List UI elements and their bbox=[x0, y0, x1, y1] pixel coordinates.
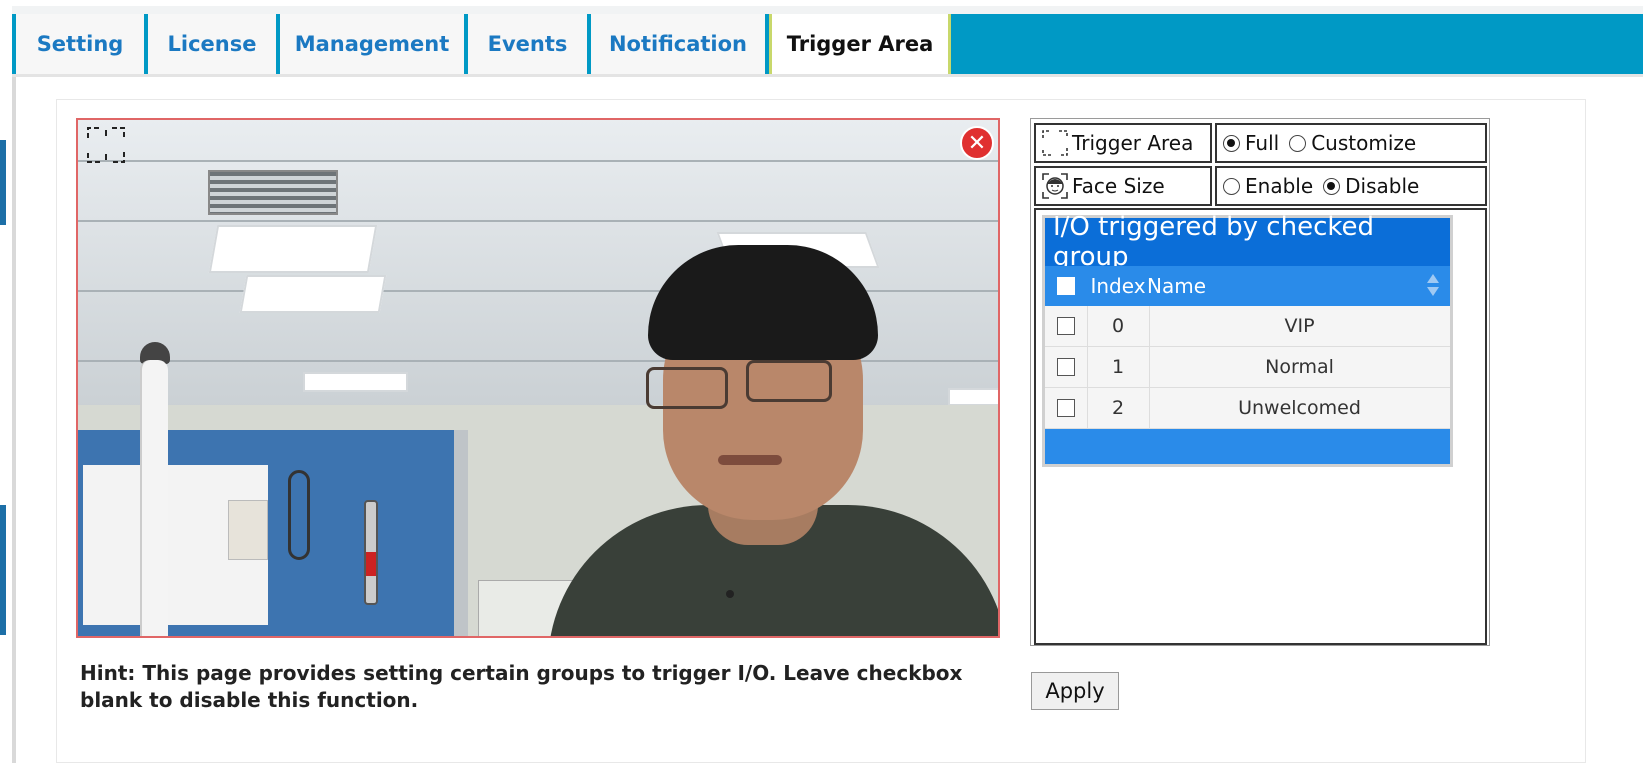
hint-text: Hint: This page provides setting certain… bbox=[80, 661, 963, 712]
apply-button[interactable]: Apply bbox=[1031, 672, 1119, 710]
cable bbox=[288, 470, 310, 560]
row-name: VIP bbox=[1284, 315, 1315, 337]
trigger-area-options: Full Customize bbox=[1215, 123, 1487, 163]
radio-checked-icon bbox=[1323, 177, 1341, 195]
left-accent bbox=[0, 140, 6, 225]
row-name: Unwelcomed bbox=[1238, 397, 1361, 419]
ceiling-grid bbox=[78, 360, 998, 362]
ceiling-light bbox=[948, 388, 998, 406]
radio-label: Disable bbox=[1345, 174, 1420, 198]
row-name: Normal bbox=[1265, 356, 1334, 378]
ceiling-light bbox=[239, 275, 387, 313]
paper bbox=[228, 500, 268, 560]
group-table-title: I/O triggered by checked group bbox=[1045, 212, 1450, 272]
left-rule bbox=[12, 6, 16, 763]
radio-label: Customize bbox=[1311, 131, 1417, 155]
ceiling-grid bbox=[78, 160, 998, 162]
row-checkbox[interactable] bbox=[1057, 399, 1075, 417]
close-icon[interactable]: ✕ bbox=[960, 126, 994, 160]
radio-unchecked-icon bbox=[1223, 177, 1240, 195]
tab-license[interactable]: License bbox=[148, 14, 280, 74]
tab-setting[interactable]: Setting bbox=[16, 14, 148, 74]
column-divider bbox=[1149, 306, 1150, 429]
ceiling-vent bbox=[208, 170, 338, 215]
table-row[interactable]: 2 Unwelcomed bbox=[1045, 388, 1450, 429]
tab-events[interactable]: Events bbox=[468, 14, 591, 74]
ceiling-light bbox=[303, 372, 408, 392]
face-icon bbox=[1042, 173, 1068, 199]
selection-frame-icon[interactable] bbox=[86, 126, 126, 164]
radio-checked-icon bbox=[1223, 134, 1240, 152]
column-header-name[interactable]: Name bbox=[1147, 274, 1206, 298]
table-row[interactable]: 0 VIP bbox=[1045, 306, 1450, 347]
glasses-lens bbox=[746, 360, 832, 402]
radio-label: Full bbox=[1245, 131, 1280, 155]
sort-icon[interactable] bbox=[1426, 272, 1440, 298]
ceiling-light bbox=[208, 225, 378, 273]
selection-frame-icon bbox=[1042, 130, 1068, 156]
camera-preview[interactable]: ✕ bbox=[76, 118, 1000, 638]
glasses-lens bbox=[646, 367, 728, 409]
column-header-index[interactable]: Index bbox=[1087, 274, 1149, 298]
face-size-label: Face Size bbox=[1072, 174, 1165, 198]
tabbar-topline bbox=[12, 6, 1643, 14]
shirt-button bbox=[726, 590, 734, 598]
trigger-area-label: Trigger Area bbox=[1072, 131, 1194, 155]
tab-management[interactable]: Management bbox=[280, 14, 468, 74]
ceiling-grid bbox=[78, 220, 998, 222]
face-size-options: Enable Disable bbox=[1215, 166, 1487, 206]
tab-underline bbox=[12, 74, 1643, 77]
trigger-area-label-cell: Trigger Area bbox=[1034, 123, 1212, 163]
row-index: 0 bbox=[1111, 315, 1125, 337]
row-checkbox[interactable] bbox=[1057, 317, 1075, 335]
row-index: 2 bbox=[1111, 397, 1125, 419]
row-index: 1 bbox=[1111, 356, 1125, 378]
person-mouth bbox=[718, 455, 782, 465]
select-all-checkbox[interactable] bbox=[1057, 277, 1075, 295]
column-divider bbox=[1087, 306, 1088, 429]
trigger-area-customize-radio[interactable]: Customize bbox=[1289, 131, 1416, 155]
cutter-grip bbox=[366, 552, 376, 576]
group-table-footer bbox=[1045, 429, 1450, 464]
radio-unchecked-icon bbox=[1289, 134, 1307, 152]
face-size-disable-radio[interactable]: Disable bbox=[1323, 174, 1419, 198]
table-row[interactable]: 1 Normal bbox=[1045, 347, 1450, 388]
row-checkbox[interactable] bbox=[1057, 358, 1075, 376]
radio-label: Enable bbox=[1245, 174, 1314, 198]
pole bbox=[140, 360, 168, 636]
trigger-area-full-radio[interactable]: Full bbox=[1223, 131, 1279, 155]
left-accent bbox=[0, 505, 6, 635]
face-size-enable-radio[interactable]: Enable bbox=[1223, 174, 1313, 198]
tab-trigger-area[interactable]: Trigger Area bbox=[769, 14, 951, 74]
group-table-header: Index Name bbox=[1045, 266, 1450, 306]
tab-notification[interactable]: Notification bbox=[591, 14, 769, 74]
face-size-label-cell: Face Size bbox=[1034, 166, 1212, 206]
